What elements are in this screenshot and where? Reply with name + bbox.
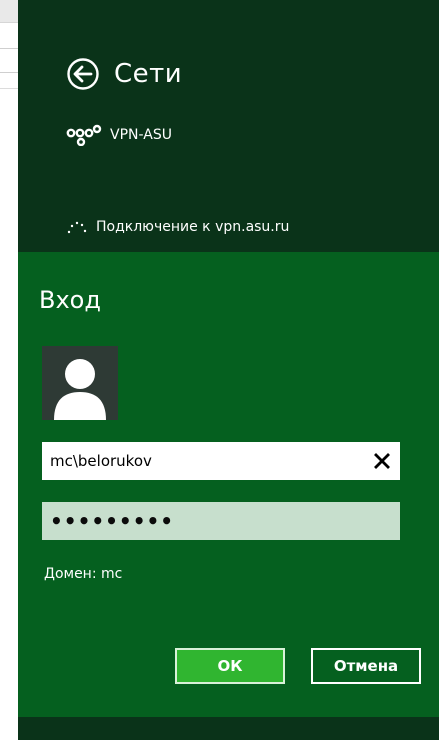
login-title: Вход [39,286,101,314]
panel-bottom-bar [18,717,439,740]
domain-label: Домен: mc [44,566,123,582]
vpn-name: VPN-ASU [110,127,172,143]
cancel-button[interactable]: Отмена [311,648,421,684]
login-dialog: Вход Домен: mc ОК Отмена [18,252,439,717]
background-divider [0,48,18,49]
username-input[interactable] [42,442,370,480]
background-divider [0,88,18,89]
connection-status: Подключение к vpn.asu.ru [66,218,289,236]
vpn-connection-item[interactable]: VPN-ASU [66,124,172,147]
network-header: Сети [66,54,182,94]
user-silhouette-icon [42,346,118,420]
ok-button[interactable]: ОК [175,648,285,684]
page-title: Сети [114,59,183,89]
username-field-box [42,442,400,480]
close-icon[interactable] [372,451,392,471]
loading-dots-icon [66,218,90,236]
background-app-sliver [0,0,18,740]
back-arrow-icon[interactable] [66,57,100,91]
connection-status-text: Подключение к vpn.asu.ru [96,219,290,235]
background-toolbar [0,0,18,23]
password-field-box [42,502,400,540]
vpn-icon [66,124,102,147]
background-divider [0,72,18,73]
password-input[interactable] [42,502,390,540]
user-avatar [42,346,118,420]
